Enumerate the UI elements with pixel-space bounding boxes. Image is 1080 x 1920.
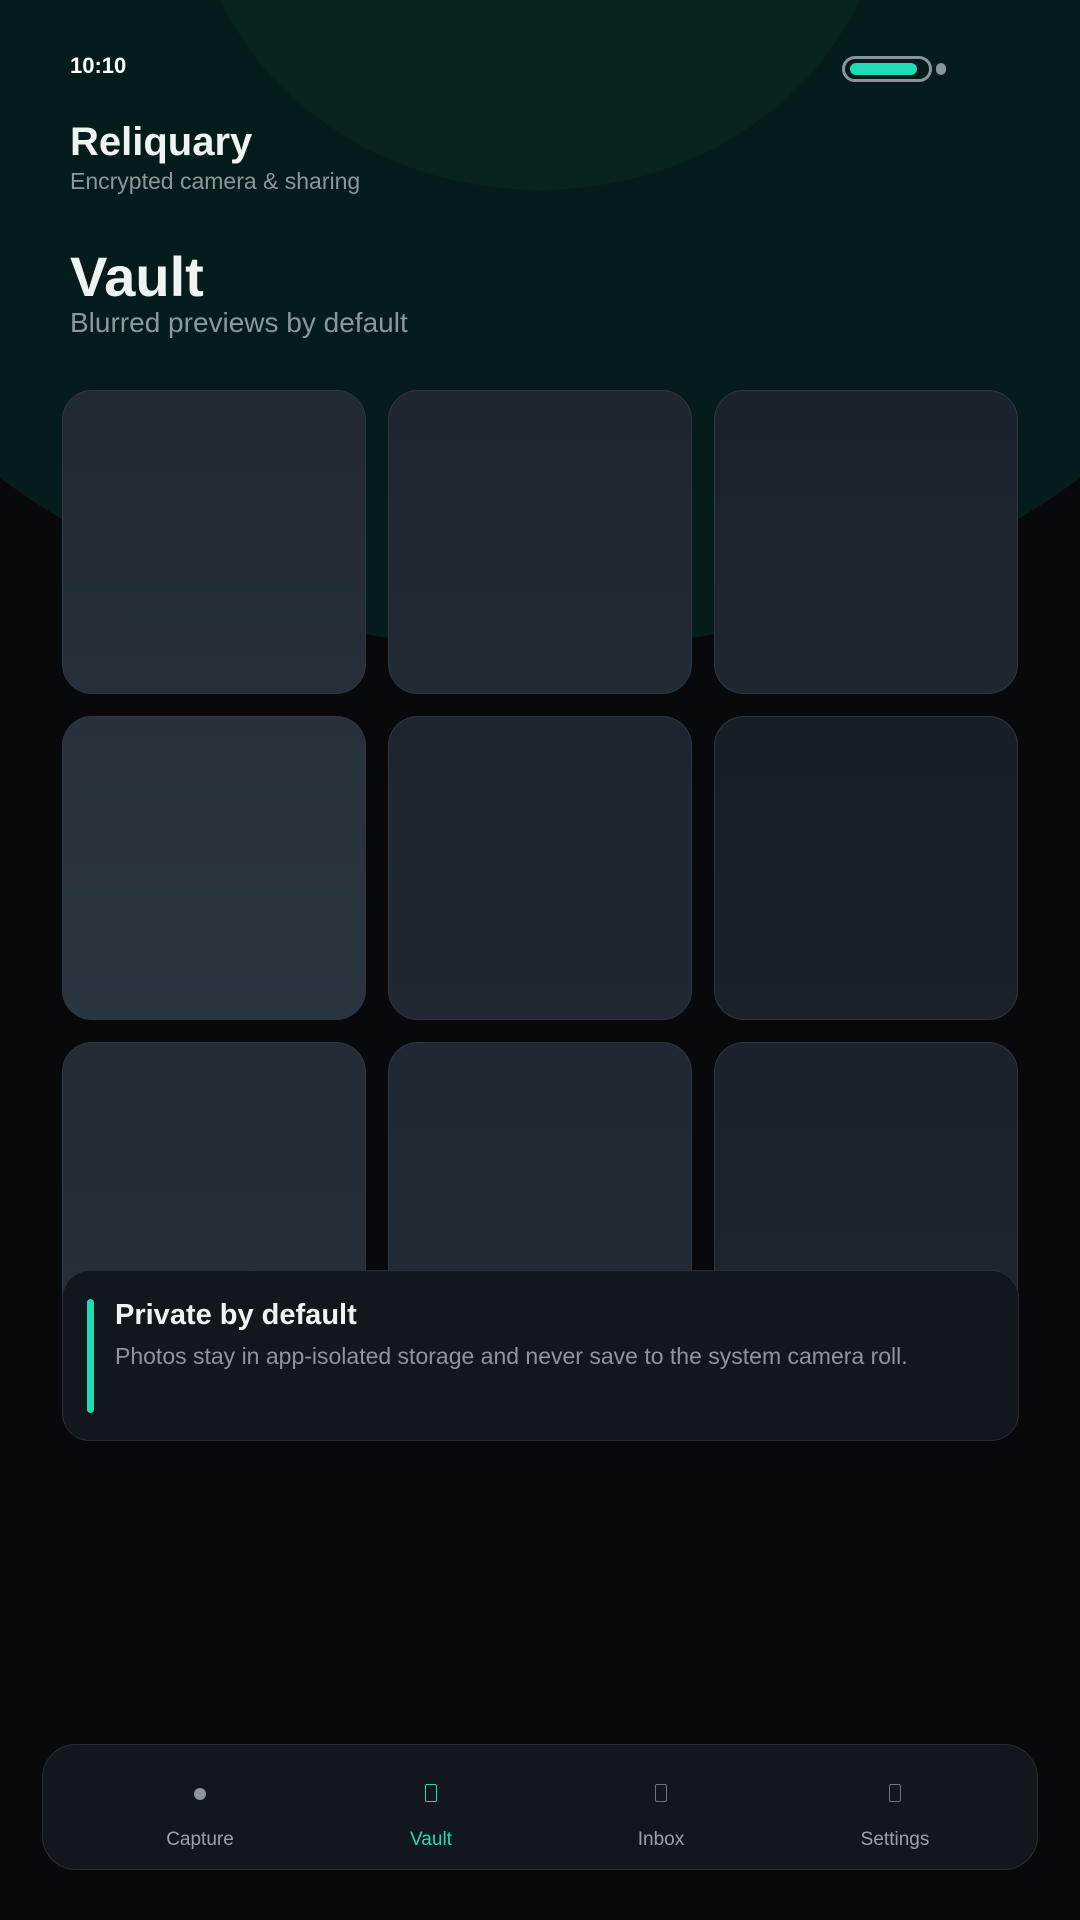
- vault-screen: 10:10 Reliquary Encrypted camera & shari…: [0, 0, 1080, 1920]
- capture-dot-icon: [194, 1779, 206, 1800]
- vault-tile-4[interactable]: [62, 716, 366, 1020]
- nav-label-capture: Capture: [166, 1829, 234, 1850]
- battery-cap-icon: [936, 63, 946, 75]
- status-time: 10:10: [70, 53, 127, 78]
- vault-tile-3[interactable]: [714, 390, 1018, 694]
- page-title: Vault: [70, 245, 204, 308]
- nav-item-capture[interactable]: Capture: [100, 1745, 300, 1869]
- notice-title: Private by default: [115, 1299, 357, 1331]
- vault-tile-2[interactable]: [388, 390, 692, 694]
- notice-text: Photos stay in app-isolated storage and …: [115, 1343, 908, 1369]
- vault-icon: [425, 1779, 437, 1802]
- battery-icon: [842, 56, 932, 82]
- bottom-nav: Capture Vault Inbox Settings: [42, 1744, 1038, 1870]
- nav-label-inbox: Inbox: [637, 1829, 685, 1850]
- vault-tile-1[interactable]: [62, 390, 366, 694]
- notice-accent-bar: [87, 1299, 94, 1413]
- vault-tile-6[interactable]: [714, 716, 1018, 1020]
- nav-item-vault[interactable]: Vault: [331, 1745, 531, 1869]
- page-subtitle: Blurred previews by default: [70, 307, 408, 338]
- privacy-notice-card: Private by default Photos stay in app-is…: [62, 1270, 1019, 1441]
- status-bar: 10:10: [70, 50, 1010, 90]
- nav-item-inbox[interactable]: Inbox: [561, 1745, 761, 1869]
- vault-tile-5[interactable]: [388, 716, 692, 1020]
- app-title: Reliquary: [70, 120, 253, 164]
- settings-icon: [889, 1779, 901, 1802]
- app-subtitle: Encrypted camera & sharing: [70, 168, 361, 194]
- nav-label-vault: Vault: [410, 1829, 452, 1850]
- nav-label-settings: Settings: [860, 1829, 930, 1850]
- inbox-icon: [655, 1779, 667, 1802]
- battery-level-fill: [850, 63, 917, 75]
- nav-item-settings[interactable]: Settings: [795, 1745, 995, 1869]
